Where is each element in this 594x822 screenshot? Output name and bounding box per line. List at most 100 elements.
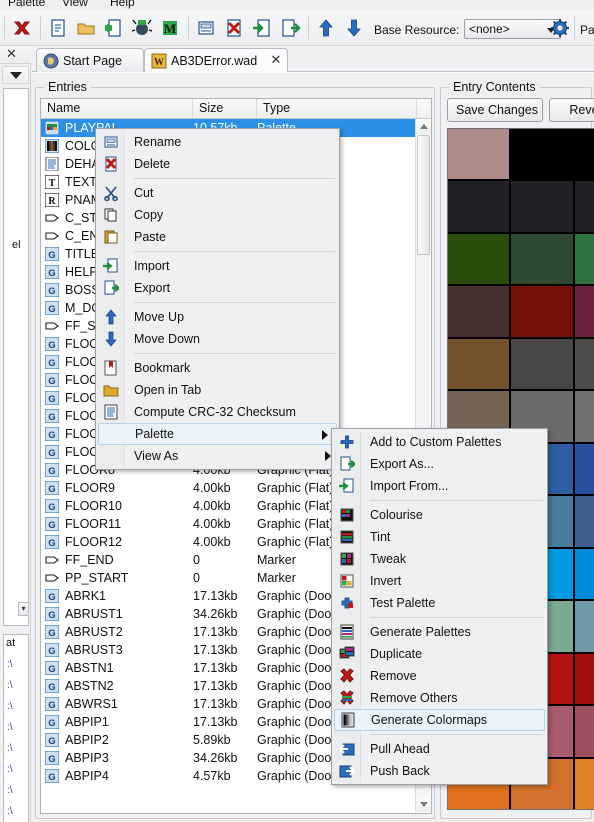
menu-item-move-down[interactable]: Move Down [96,328,339,350]
menu-item-delete[interactable]: Delete [96,153,339,175]
delete-entry-icon[interactable] [224,18,244,38]
palette-swatch[interactable] [574,286,594,337]
palette-menu-item-export-as[interactable]: Export As... [332,453,547,475]
palette-swatch[interactable] [511,233,573,285]
entry-name: ABRUST1 [65,607,123,621]
list-item[interactable]: :\ [7,659,13,670]
palette-menu-item-push-back[interactable]: Push Back [332,760,547,782]
column-header-name[interactable]: Name [41,99,193,118]
list-item[interactable]: :\ [7,743,13,754]
menu-item-label: Move Up [134,310,185,324]
entry-name: FLOOR11 [65,517,122,531]
close-icon[interactable]: ✕ [6,47,18,60]
base-resource-combobox[interactable]: <none> [464,19,561,39]
column-header-size[interactable]: Size [193,99,257,118]
list-item[interactable]: :\ [7,701,13,712]
palette-menu-item-add-to-custom-palettes[interactable]: Add to Custom Palettes [332,431,547,453]
column-header-type[interactable]: Type [257,99,417,118]
list-item[interactable]: :\ [7,722,13,733]
save-changes-button[interactable]: Save Changes [447,98,543,122]
left-dock-list[interactable]: el [3,88,29,626]
import-entry-icon[interactable] [252,18,272,38]
palette-menu-item-pull-ahead[interactable]: Pull Ahead [332,738,547,760]
palette-swatch[interactable] [574,601,594,652]
menu-item-palette[interactable]: Palette [98,423,337,445]
palette-menu-item-tint[interactable]: Tint [332,526,547,548]
palette-swatch[interactable] [574,338,594,390]
palette-swatch[interactable] [511,338,573,390]
menu-item-open-in-tab[interactable]: Open in Tab [96,379,339,401]
scroll-down-button[interactable] [416,797,431,812]
open-folder-icon[interactable] [76,18,96,38]
new-entry-from-file-icon[interactable] [104,18,124,38]
palette-swatch[interactable] [574,443,594,495]
menu-view[interactable]: View [62,0,88,9]
left-dock-recent-files[interactable]: at :\ :\ :\ :\ :\ :\ :\ :\ :\ :\ [3,634,29,822]
palette-swatch[interactable] [574,706,594,757]
list-item[interactable]: :\ [7,764,13,775]
tab-ab3derror-wad[interactable]: W AB3DError.wad ✕ [144,48,288,72]
palette-menu-item-remove-others[interactable]: Remove Others [332,687,547,709]
menu-item-compute-crc-32-checksum[interactable]: Compute CRC-32 Checksum [96,401,339,423]
menu-item-view-as[interactable]: View As [96,445,339,467]
palette-swatch[interactable] [574,129,594,180]
palette-swatch[interactable] [574,233,594,285]
menu-item-import[interactable]: Import [96,255,339,277]
palette-menu-item-duplicate[interactable]: Duplicate [332,643,547,665]
tab-start-page[interactable]: Start Page [36,48,144,72]
palette-swatch[interactable] [511,286,573,337]
menu-item-cut[interactable]: Cut [96,182,339,204]
palette-swatch[interactable] [574,496,594,547]
palette-swatch[interactable] [574,758,594,809]
palette-swatch[interactable] [448,338,510,390]
menu-item-label: Push Back [370,764,430,778]
move-up-icon[interactable] [316,18,336,38]
palette-menu-item-import-from[interactable]: Import From... [332,475,547,497]
menu-item-paste[interactable]: Paste [96,226,339,248]
menu-item-copy[interactable]: Copy [96,204,339,226]
palette-swatch[interactable] [448,181,510,232]
palette-swatch[interactable] [574,548,594,600]
palette-swatch[interactable] [574,391,594,442]
graphic-icon: G [44,444,60,460]
menu-palette[interactable]: Palette [8,0,45,9]
list-item[interactable]: :\ [7,680,13,691]
left-dock-dropdown-button[interactable]: ▾ [18,602,29,616]
gear-icon[interactable] [550,18,570,38]
close-icon[interactable]: ✕ [269,53,283,67]
list-item[interactable]: :\ [7,785,13,796]
palette-swatch[interactable] [511,129,573,180]
menu-item-rename[interactable]: Rename [96,131,339,153]
palette-swatch[interactable] [448,129,510,180]
move-down-icon[interactable] [344,18,364,38]
new-entry-icon[interactable] [48,18,68,38]
palette-menu-item-tweak[interactable]: Tweak [332,548,547,570]
palette-swatch[interactable] [574,181,594,232]
palette-menu-item-invert[interactable]: Invert [332,570,547,592]
menu-item-export[interactable]: Export [96,277,339,299]
palette-menu-item-colourise[interactable]: Colourise [332,504,547,526]
menu-item-bookmark[interactable]: Bookmark [96,357,339,379]
new-texture-icon[interactable] [131,18,153,38]
palette-swatch[interactable] [448,286,510,337]
rename-entry-icon[interactable] [196,18,216,38]
entry-name: ABPIP3 [65,751,109,765]
palette-swatch[interactable] [574,653,594,705]
entry-type: Graphic (Flat) [257,481,334,495]
scroll-thumb[interactable] [417,135,430,255]
close-archive-icon[interactable] [12,18,32,38]
entry-name: HELP [65,265,98,279]
revert-button[interactable]: Reve [549,98,594,122]
menu-help[interactable]: Help [110,0,135,9]
palette-menu-item-test-palette[interactable]: Test Palette [332,592,547,614]
new-map-icon[interactable]: M [160,18,180,38]
list-item[interactable]: :\ [7,806,13,817]
palette-menu-item-generate-colormaps[interactable]: Generate Colormaps [334,709,545,731]
scroll-up-button[interactable] [416,119,431,134]
palette-menu-item-generate-palettes[interactable]: Generate Palettes [332,621,547,643]
left-dock-toolbar[interactable] [2,66,29,84]
menu-item-move-up[interactable]: Move Up [96,306,339,328]
palette-swatch[interactable] [448,233,510,285]
palette-menu-item-remove[interactable]: Remove [332,665,547,687]
palette-swatch[interactable] [511,181,573,232]
